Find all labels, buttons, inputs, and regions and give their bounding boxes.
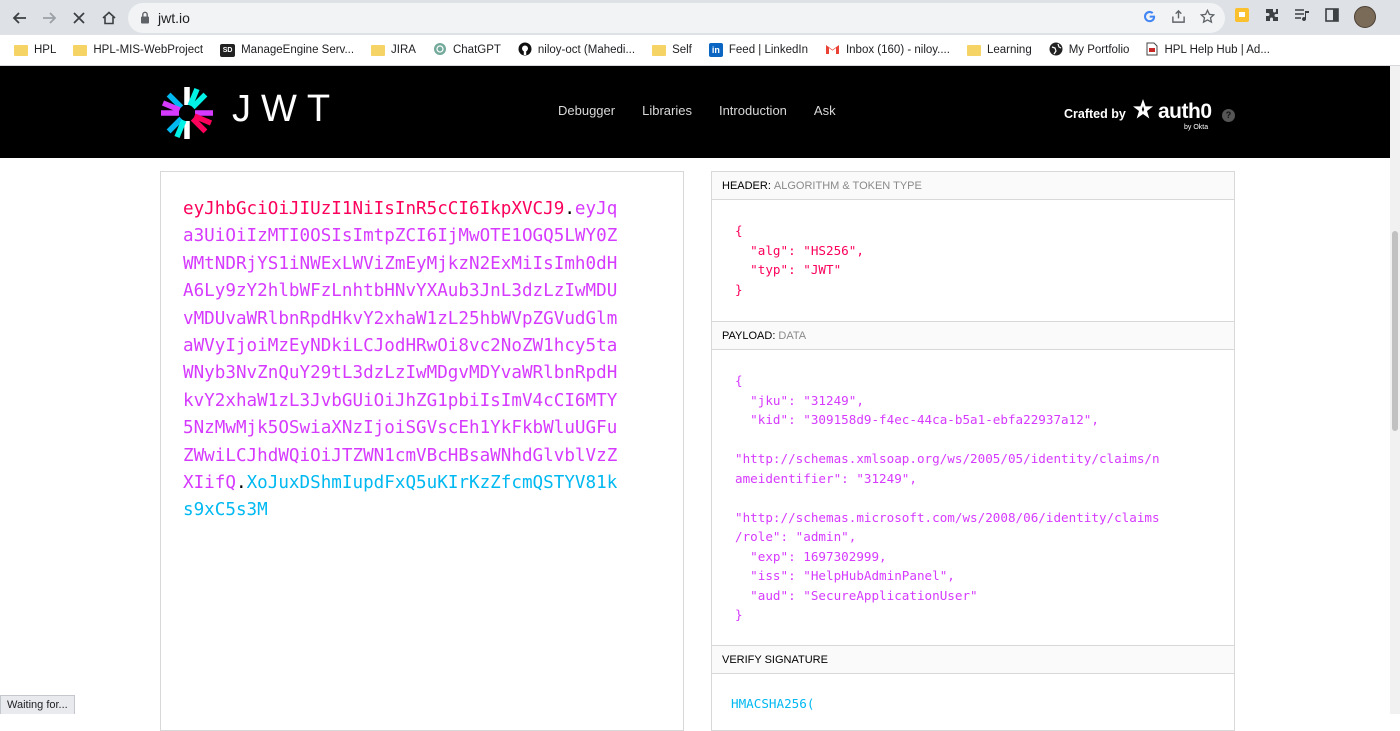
page-scrollbar[interactable] xyxy=(1390,66,1400,714)
auth0-wordmark: auth0 xyxy=(1158,99,1212,123)
folder-icon xyxy=(652,44,667,56)
gmail-icon xyxy=(825,43,840,58)
bookmarks-bar: HPL HPL-MIS-WebProject SD ManageEngine Se… xyxy=(0,35,1400,66)
crafted-by-label: Crafted by xyxy=(1064,107,1126,121)
jwt-logo-icon[interactable] xyxy=(158,84,216,147)
bookmark-item[interactable]: in Feed | LinkedIn xyxy=(708,43,808,57)
profile-avatar[interactable] xyxy=(1354,6,1376,28)
folder-icon xyxy=(14,44,28,56)
folder-icon xyxy=(966,44,981,56)
bookmark-item[interactable]: HPL xyxy=(14,44,56,56)
bookmark-item[interactable]: Learning xyxy=(966,44,1032,56)
auth0-star-icon xyxy=(1132,98,1154,125)
page-icon xyxy=(1146,42,1158,59)
lock-icon[interactable] xyxy=(140,11,150,29)
extensions-icon[interactable] xyxy=(1264,7,1280,28)
nav-libraries[interactable]: Libraries xyxy=(642,103,692,118)
github-icon xyxy=(518,42,532,59)
bookmark-item[interactable]: My Portfolio xyxy=(1049,42,1129,59)
bookmark-item[interactable]: HPL Help Hub | Ad... xyxy=(1146,42,1270,59)
side-panel-icon[interactable] xyxy=(1324,7,1340,28)
auth0-logo[interactable]: auth0 xyxy=(1132,98,1212,125)
verify-signature-code[interactable]: HMACSHA256( xyxy=(731,694,814,714)
google-icon[interactable] xyxy=(1142,9,1157,29)
linkedin-icon: in xyxy=(708,43,723,57)
bookmark-item[interactable]: niloy-oct (Mahedi... xyxy=(518,42,635,59)
encoded-token[interactable]: eyJhbGciOiJIUzI1NiIsInR5cCI6IkpXVCJ9.eyJ… xyxy=(183,196,623,525)
browser-toolbar: jwt.io xyxy=(0,0,1400,35)
bookmark-item[interactable]: ChatGPT xyxy=(433,42,501,59)
extension-notes-icon[interactable] xyxy=(1234,7,1250,28)
url-text[interactable]: jwt.io xyxy=(158,10,190,26)
stop-loading-icon[interactable] xyxy=(66,5,92,31)
status-bubble: Waiting for... xyxy=(0,695,75,714)
media-control-icon[interactable] xyxy=(1294,7,1310,28)
chatgpt-icon xyxy=(433,42,447,59)
header-section-label: HEADER: ALGORITHM & TOKEN TYPE xyxy=(712,172,1234,200)
bookmark-item[interactable]: Inbox (160) - niloy.... xyxy=(825,43,950,58)
nav-ask[interactable]: Ask xyxy=(814,103,836,118)
header-json[interactable]: { "alg": "HS256", "typ": "JWT"} xyxy=(735,221,864,299)
nav-introduction[interactable]: Introduction xyxy=(719,103,787,118)
globe-icon xyxy=(1049,42,1063,59)
folder-icon xyxy=(73,44,88,56)
back-icon[interactable] xyxy=(7,5,33,31)
forward-icon[interactable] xyxy=(36,5,62,31)
bookmark-star-icon[interactable] xyxy=(1199,8,1216,29)
token-dot: . xyxy=(564,199,575,219)
share-icon[interactable] xyxy=(1171,9,1186,29)
token-signature-part: XoJuxDShmIupdFxQ5uKIrKzZfcmQSTYV81ks9xC5… xyxy=(183,473,618,521)
verify-section-label: VERIFY SIGNATURE xyxy=(712,646,1234,674)
by-okta-label: by Okta xyxy=(1184,124,1209,131)
bookmark-item[interactable]: JIRA xyxy=(371,44,416,56)
token-header-part: eyJhbGciOiJIUzI1NiIsInR5cCI6IkpXVCJ9 xyxy=(183,199,565,219)
bookmark-item[interactable]: HPL-MIS-WebProject xyxy=(73,44,203,56)
bookmark-item[interactable]: SD ManageEngine Serv... xyxy=(220,43,354,57)
nav-debugger[interactable]: Debugger xyxy=(558,103,615,118)
main-nav: Debugger Libraries Introduction Ask xyxy=(558,103,836,118)
payload-json[interactable]: { "jku": "31249", "kid": "309158d9-f4ec-… xyxy=(735,371,1160,625)
scrollbar-thumb[interactable] xyxy=(1392,231,1398,431)
jwt-logo-text[interactable]: JWT xyxy=(232,88,340,131)
help-icon[interactable]: ? xyxy=(1222,109,1235,122)
bookmark-item[interactable]: Self xyxy=(652,44,692,56)
payload-section-label: PAYLOAD: DATA xyxy=(712,322,1234,350)
folder-icon xyxy=(371,44,386,56)
home-icon[interactable] xyxy=(96,5,122,31)
sd-icon: SD xyxy=(220,43,236,57)
token-payload-part: eyJqa3UiOiIzMTI0OSIsImtpZCI6IjMwOTE1OGQ5… xyxy=(183,199,618,494)
token-dot: . xyxy=(235,473,247,494)
address-bar[interactable]: jwt.io xyxy=(128,3,1225,33)
